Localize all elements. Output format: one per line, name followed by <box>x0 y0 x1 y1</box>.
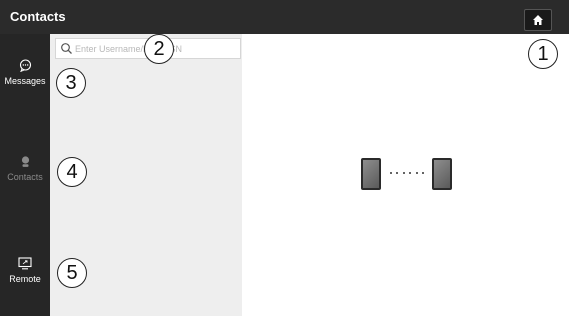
connection-dots <box>390 170 424 176</box>
contact-person-icon <box>18 154 32 168</box>
callout-3: 3 <box>56 68 86 98</box>
rail-item-label: Messages <box>4 76 46 86</box>
rail-item-label: Remote <box>9 274 41 284</box>
callout-5: 5 <box>57 258 87 288</box>
remote-screen-icon <box>18 256 32 270</box>
rail-item-label: Contacts <box>7 172 43 182</box>
page-title: Contacts <box>10 9 66 24</box>
top-bar: Contacts <box>0 0 569 34</box>
chat-bubble-icon <box>18 58 32 72</box>
search-icon <box>61 43 72 54</box>
nav-rail: Messages Contacts Remote <box>0 34 50 316</box>
tablet-icon <box>361 158 381 190</box>
rail-item-messages[interactable]: Messages <box>0 58 50 86</box>
callout-1: 1 <box>528 39 558 69</box>
callout-4: 4 <box>57 157 87 187</box>
rail-item-remote[interactable]: Remote <box>0 256 50 284</box>
rail-item-contacts[interactable]: Contacts <box>0 154 50 182</box>
home-button[interactable] <box>524 9 552 31</box>
home-icon <box>533 15 543 25</box>
tablet-icon <box>432 158 452 190</box>
callout-2: 2 <box>144 34 174 64</box>
